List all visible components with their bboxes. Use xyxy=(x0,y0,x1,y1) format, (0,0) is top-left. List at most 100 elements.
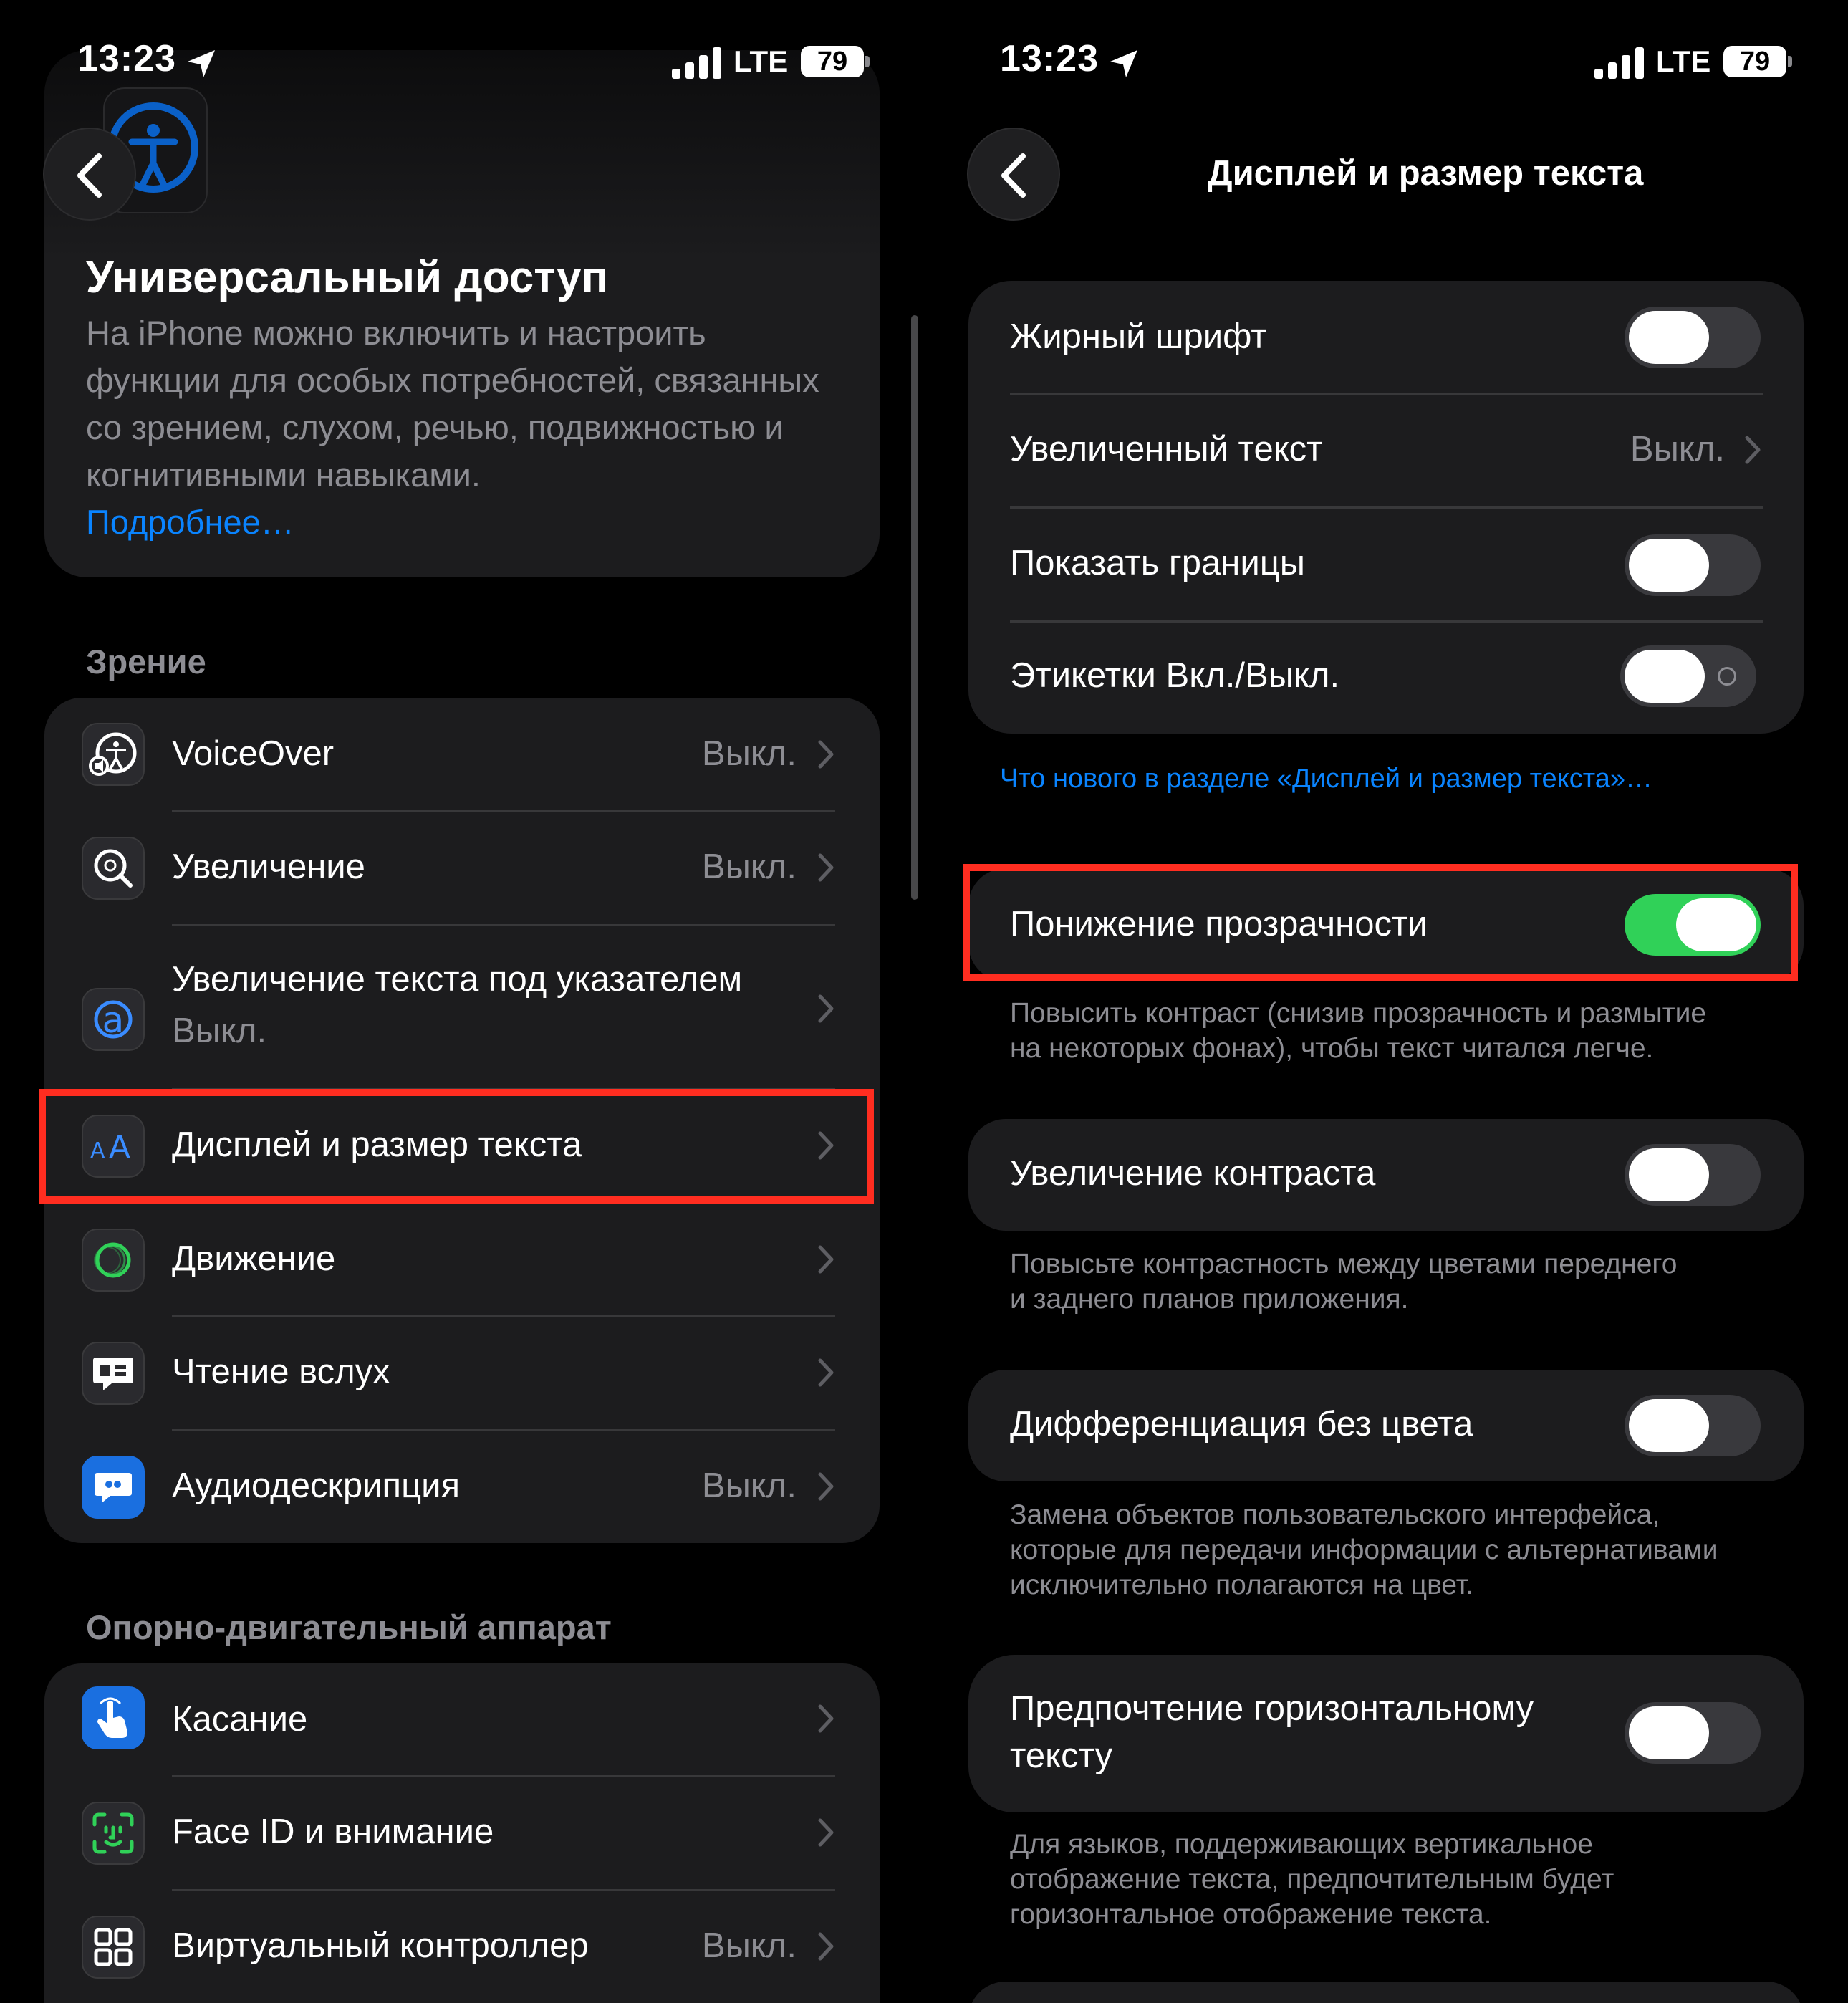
list-item-label: Аудиодескрипция xyxy=(172,1466,461,1505)
footer-line: Замена объектов пользовательского интерф… xyxy=(1010,1499,1660,1530)
bold-text-toggle[interactable] xyxy=(1625,307,1761,368)
onoff-labels-toggle[interactable] xyxy=(1620,645,1756,707)
list-item-label: Касание xyxy=(172,1700,308,1739)
chevron-right-icon xyxy=(818,1704,834,1733)
footer-line: на некоторых фонах), чтобы текст читался… xyxy=(1010,1033,1654,1064)
button-shapes-row: Показать границы xyxy=(968,509,1804,620)
differentiate-without-color-toggle[interactable] xyxy=(1625,1395,1761,1456)
back-button[interactable] xyxy=(43,128,136,221)
voiceover-icon xyxy=(82,723,145,786)
differentiate-without-color-label: Дифференциация без цвета xyxy=(1010,1405,1473,1444)
chevron-right-icon xyxy=(818,853,834,882)
list-item-label: Движение xyxy=(172,1239,336,1278)
chevron-right-icon xyxy=(818,994,834,1023)
prefer-horizontal-text-toggle[interactable] xyxy=(1625,1702,1761,1764)
status-bar: 13:23 LTE 79 xyxy=(0,0,924,122)
battery-icon: 79 xyxy=(801,46,864,77)
whats-new-link[interactable]: Что нового в разделе «Дисплей и размер т… xyxy=(1000,764,1652,794)
prefer-horizontal-text-footer: Для языков, поддерживающих вертикальное … xyxy=(1010,1827,1614,1932)
onoff-labels-label: Этикетки Вкл./Выкл. xyxy=(1010,656,1340,695)
increase-contrast-label: Увеличение контраста xyxy=(1010,1154,1376,1193)
face-id-icon xyxy=(82,1802,145,1865)
footer-line: отображение текста, предпочтительным буд… xyxy=(1010,1864,1614,1895)
list-item-value: Выкл. xyxy=(701,734,797,773)
list-item-touch[interactable]: Касание xyxy=(44,1663,880,1775)
footer-line: Повысьте контрастность между цветами пер… xyxy=(1010,1249,1678,1279)
increase-contrast-toggle[interactable] xyxy=(1625,1144,1761,1206)
larger-text-value: Выкл. xyxy=(1630,430,1725,469)
button-shapes-toggle[interactable] xyxy=(1625,534,1761,596)
differentiate-without-color-card: Дифференциация без цвета xyxy=(968,1370,1804,1481)
list-item-label: Face ID и внимание xyxy=(172,1812,494,1851)
list-item-label: VoiceOver xyxy=(172,734,335,773)
footer-line: Повысить контраст (снизив прозрачность и… xyxy=(1010,998,1707,1029)
nav-title: Дисплей и размер текста xyxy=(1207,154,1644,193)
list-item-label: Увеличение текста под указателем xyxy=(172,960,743,999)
status-time: 13:23 xyxy=(77,38,176,80)
list-item-spoken-content[interactable]: Чтение вслух xyxy=(44,1317,880,1429)
next-settings-card xyxy=(968,1982,1804,2003)
increase-contrast-footer: Повысьте контрастность между цветами пер… xyxy=(1010,1247,1677,1317)
footer-line: и заднего планов приложения. xyxy=(1010,1284,1409,1315)
zoom-icon xyxy=(82,837,145,900)
list-item-face-id[interactable]: Face ID и внимание xyxy=(44,1777,880,1889)
section-title-vision: Зрение xyxy=(86,643,206,681)
section-title-motor: Опорно-двигательный аппарат xyxy=(86,1608,612,1646)
back-button[interactable] xyxy=(967,128,1060,221)
chevron-right-icon xyxy=(818,1932,834,1961)
touch-icon xyxy=(82,1686,145,1749)
list-item-switch-control[interactable]: Виртуальный контроллер Выкл. xyxy=(44,1891,880,2003)
label-line: тексту xyxy=(1010,1737,1113,1775)
list-item-value: Выкл. xyxy=(701,847,797,886)
highlight-box-display-text-size xyxy=(39,1089,874,1204)
text-settings-group: Жирный шрифт Увеличенный текст Выкл. Пок… xyxy=(968,281,1804,734)
battery-nub xyxy=(865,56,870,67)
chevron-right-icon xyxy=(818,1818,834,1847)
list-item-audio-description[interactable]: Аудиодескрипция Выкл. xyxy=(44,1431,880,1543)
switch-control-icon xyxy=(82,1916,145,1979)
list-item-label: Увеличение xyxy=(172,847,365,886)
network-type: LTE xyxy=(1656,44,1711,78)
footer-line: Для языков, поддерживающих вертикальное xyxy=(1010,1829,1593,1860)
list-item-value: Выкл. xyxy=(701,1926,797,1965)
bold-text-row: Жирный шрифт xyxy=(968,281,1804,394)
status-bar: 13:23 LTE 79 xyxy=(924,0,1848,122)
spoken-content-icon xyxy=(82,1342,145,1405)
footer-line: исключительно полагаются на цвет. xyxy=(1010,1570,1474,1600)
footer-line: которые для передачи информации с альтер… xyxy=(1010,1534,1718,1565)
cellular-signal-icon xyxy=(672,47,721,79)
battery-nub xyxy=(1788,56,1792,67)
chevron-right-icon xyxy=(818,1358,834,1387)
chevron-right-icon xyxy=(818,740,834,769)
list-item-hover-text[interactable]: a Увеличение текста под указателем Выкл. xyxy=(44,926,880,1088)
list-item-motion[interactable]: Движение xyxy=(44,1204,880,1316)
learn-more-link[interactable]: Подробнее… xyxy=(86,499,294,546)
chevron-right-icon xyxy=(818,1245,834,1274)
chevron-left-icon xyxy=(1001,153,1026,198)
chevron-right-icon xyxy=(818,1472,834,1501)
button-shapes-label: Показать границы xyxy=(1010,544,1306,582)
prefer-horizontal-text-card: Предпочтение горизонтальному тексту xyxy=(968,1655,1804,1812)
accessibility-screen: Универсальный доступ На iPhone можно вкл… xyxy=(0,0,924,2003)
list-item-zoom[interactable]: Увеличение Выкл. xyxy=(44,812,880,924)
larger-text-row[interactable]: Увеличенный текст Выкл. xyxy=(968,395,1804,506)
network-type: LTE xyxy=(733,44,789,78)
chevron-left-icon xyxy=(77,153,102,198)
cellular-signal-icon xyxy=(1594,47,1644,79)
differentiate-without-color-footer: Замена объектов пользовательского интерф… xyxy=(1010,1497,1718,1603)
bold-text-label: Жирный шрифт xyxy=(1010,317,1267,356)
motor-list: Касание Face ID и внимание Виртуальный к… xyxy=(44,1663,880,2003)
motion-icon xyxy=(82,1229,145,1292)
status-time: 13:23 xyxy=(1000,38,1099,80)
display-text-size-screen: 13:23 LTE 79 Дисплей и размер текста Жир… xyxy=(924,0,1848,2003)
hover-text-icon: a xyxy=(82,988,145,1051)
increase-contrast-card: Увеличение контраста xyxy=(968,1119,1804,1231)
larger-text-label: Увеличенный текст xyxy=(1010,430,1323,469)
list-item-label: Виртуальный контроллер xyxy=(172,1926,589,1965)
page-title: Универсальный доступ xyxy=(86,253,609,302)
highlight-box-reduce-transparency xyxy=(963,864,1798,981)
list-item-voiceover[interactable]: VoiceOver Выкл. xyxy=(44,698,880,811)
scroll-indicator[interactable] xyxy=(911,315,918,900)
audio-description-icon xyxy=(82,1456,145,1519)
list-item-label: Чтение вслух xyxy=(172,1353,390,1391)
